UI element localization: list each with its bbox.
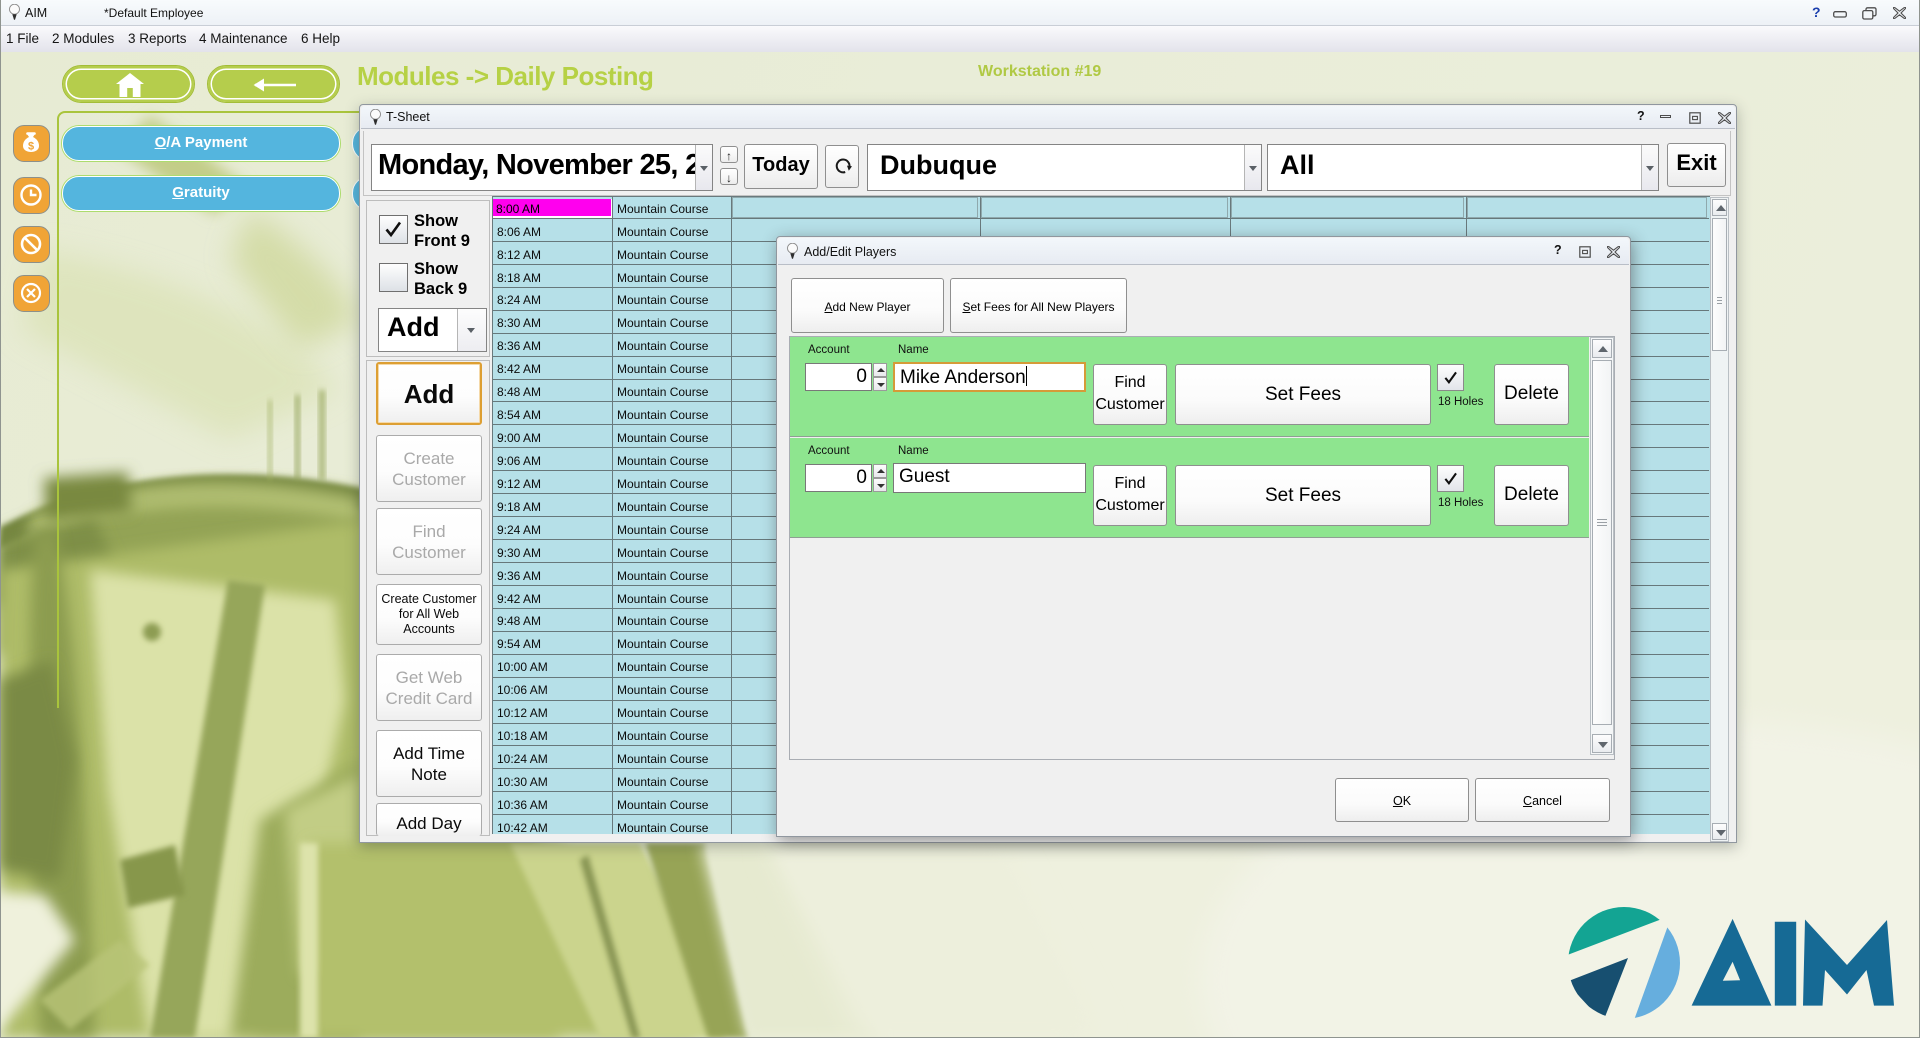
svg-text:$: $	[28, 141, 34, 153]
